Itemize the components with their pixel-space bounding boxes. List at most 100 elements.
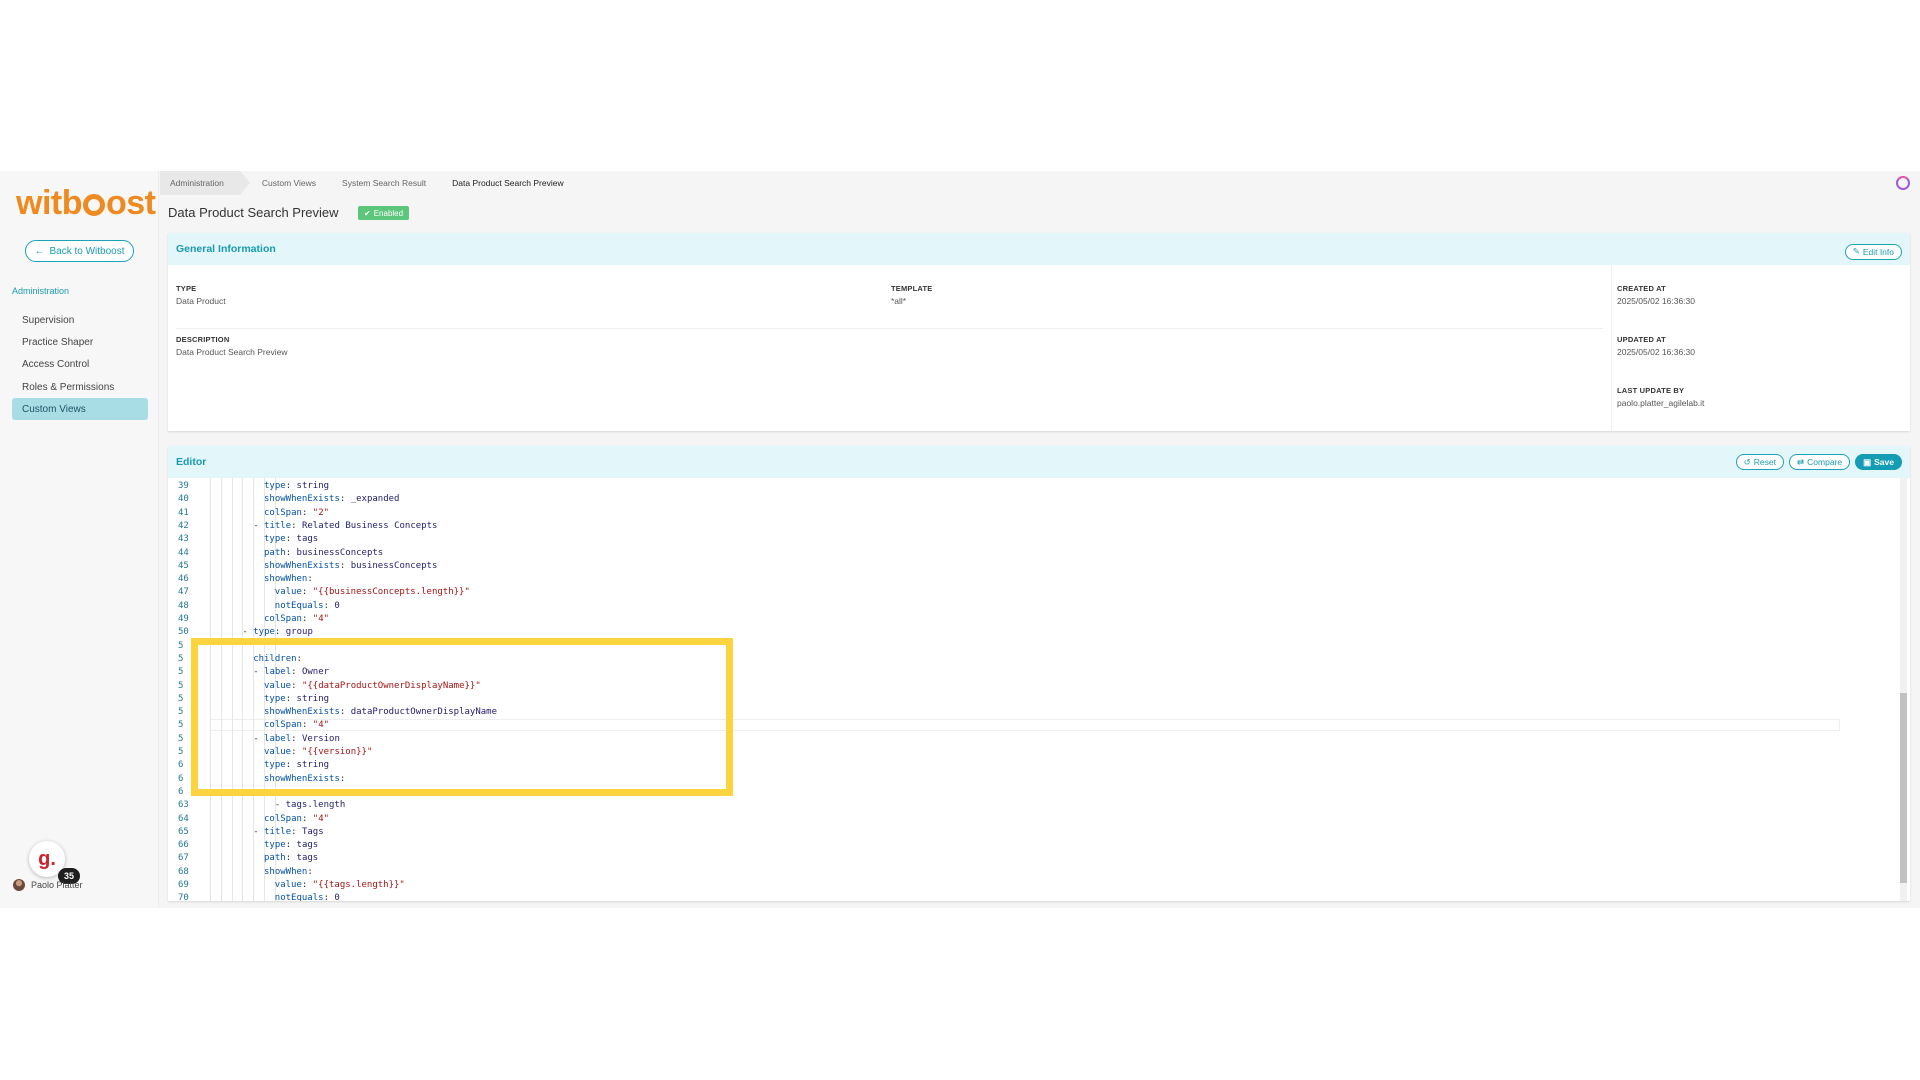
line-number: 48 [178, 600, 189, 611]
code-line: 47 value: "{{businessConcepts.length}}" [168, 586, 1848, 599]
line-number: 5 [178, 733, 184, 744]
yaml-dash: - [253, 520, 265, 531]
code-line: 5 type: string [168, 693, 1848, 706]
yaml-colon: : [285, 853, 297, 864]
compare-icon: ⇄ [1797, 456, 1805, 467]
yaml-key: type [264, 534, 286, 545]
breadcrumb-custom-views[interactable]: Custom Views [240, 171, 332, 195]
breadcrumb-administration[interactable]: Administration [160, 171, 250, 195]
code-line: 67 path: tags [168, 852, 1848, 865]
save-button[interactable]: ▣ Save [1855, 454, 1902, 470]
line-number: 6 [178, 786, 184, 797]
yaml-key: colSpan [264, 813, 302, 824]
yaml-colon: : [323, 600, 335, 611]
code-text: path: tags [264, 852, 318, 865]
code-line: 68 showWhen: [168, 866, 1848, 879]
code-line: 48 notEquals: 0 [168, 600, 1848, 613]
code-line: 64 colSpan: "4" [168, 813, 1848, 826]
yaml-key: showWhen [264, 574, 308, 585]
yaml-colon: : [301, 813, 313, 824]
breadcrumb-system-search-result[interactable]: System Search Result [332, 171, 442, 195]
code-editor[interactable]: 39 type: string 40 showWhenExists: _expande… [168, 478, 1910, 901]
yaml-key: path [264, 547, 286, 558]
user-profile[interactable]: Paolo Platter [13, 879, 83, 891]
yaml-key: showWhenExists [264, 494, 340, 505]
yaml-colon: : [301, 587, 313, 598]
yaml-key: label [264, 667, 292, 678]
yaml-value: 0 [334, 893, 340, 901]
yaml-key: title [264, 826, 292, 837]
yaml-colon: : [301, 880, 313, 890]
line-number: 6 [178, 773, 184, 784]
yaml-key: label [264, 733, 292, 744]
yaml-key: children [253, 653, 297, 664]
witboost-logo[interactable]: witb ost [16, 184, 156, 223]
yaml-dash: - [274, 800, 286, 811]
yaml-key: path [264, 853, 286, 864]
yaml-key: showWhenExists [264, 707, 340, 718]
code-text: type: string [264, 693, 329, 706]
line-number: 70 [178, 893, 189, 901]
code-line: 5 [168, 640, 1848, 653]
editor-scrollbar-thumb[interactable] [1900, 693, 1907, 883]
arrow-left-icon: ← [34, 245, 45, 257]
edit-info-button[interactable]: ✎ Edit Info [1844, 243, 1902, 260]
code-line: 5 - label: Version [168, 733, 1848, 746]
code-text: path: businessConcepts [264, 547, 383, 560]
reset-button[interactable]: ↺ Reset [1735, 454, 1785, 470]
code-text: showWhen: [264, 573, 318, 586]
sidebar-item-practice-shaper[interactable]: Practice Shaper [12, 331, 148, 353]
yaml-key: showWhenExists [264, 560, 340, 571]
yaml-colon: : [301, 720, 313, 731]
yaml-colon: : [285, 760, 297, 771]
yaml-value: businessConcepts [350, 560, 438, 571]
line-number: 40 [178, 494, 189, 505]
compare-label: Compare [1807, 457, 1843, 467]
line-number: 45 [178, 560, 189, 571]
yaml-value: group [285, 627, 313, 638]
yaml-colon: : [285, 840, 297, 851]
back-to-witboost-button[interactable]: ← Back to Witboost [25, 240, 134, 262]
code-line: 40 showWhenExists: _expanded [168, 493, 1848, 506]
code-text: showWhenExists: _expanded [264, 493, 399, 506]
yaml-dash: - [242, 627, 254, 638]
sidebar-item-custom-views[interactable]: Custom Views [12, 398, 148, 420]
line-number: 69 [178, 880, 189, 890]
code-line: 42 - title: Related Business Concepts [168, 520, 1848, 533]
yaml-dash: - [253, 826, 265, 837]
code-line: 5 value: "{{version}}" [168, 746, 1848, 759]
sidebar-item-supervision[interactable]: Supervision [12, 309, 148, 331]
yaml-value: "{{tags.length}}" [312, 880, 405, 890]
yaml-value: "{{dataProductOwnerDisplayName}}" [301, 680, 481, 691]
sidebar-item-roles-permissions[interactable]: Roles & Permissions [12, 376, 148, 398]
yaml-value: "4" [312, 813, 330, 824]
yaml-dash: - [253, 667, 265, 678]
code-line: 69 value: "{{tags.length}}" [168, 879, 1848, 892]
code-text: children: [253, 653, 307, 666]
line-number: 67 [178, 853, 189, 864]
yaml-value: dataProductOwnerDisplayName [350, 707, 498, 718]
line-number: 47 [178, 587, 189, 598]
sidebar: witb ost ← Back to Witboost Administratio… [0, 171, 159, 908]
yaml-value: string [296, 693, 330, 704]
sidebar-item-access-control[interactable]: Access Control [12, 353, 148, 375]
line-number: 65 [178, 826, 189, 837]
code-text: - title: Related Business Concepts [253, 520, 437, 533]
reset-label: Reset [1753, 457, 1777, 467]
yaml-key: showWhenExists [264, 773, 340, 784]
code-text: notEquals: 0 [275, 600, 340, 613]
compare-button[interactable]: ⇄ Compare [1789, 454, 1851, 470]
yaml-colon: : [307, 574, 319, 585]
yaml-value: "2" [312, 507, 330, 518]
created-at-value: 2025/05/02 16:36:30 [1617, 296, 1695, 306]
description-label: DESCRIPTION [176, 335, 230, 344]
template-value: *all* [891, 296, 907, 306]
line-number: 44 [178, 547, 189, 558]
back-button-label: Back to Witboost [49, 245, 125, 257]
code-line: 45 showWhenExists: businessConcepts [168, 560, 1848, 573]
yaml-colon: : [339, 560, 351, 571]
yaml-colon: : [291, 667, 302, 678]
code-line: 5 children: [168, 653, 1848, 666]
updated-at-value: 2025/05/02 16:36:30 [1617, 347, 1695, 357]
save-label: Save [1874, 457, 1894, 467]
